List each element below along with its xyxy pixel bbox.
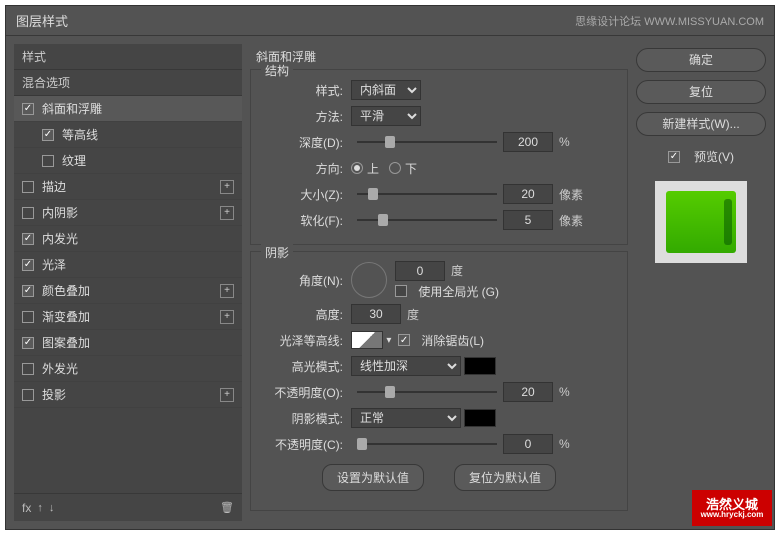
sidebar-footer: fx ↑ ↓ 🗑 xyxy=(14,493,242,521)
highlight-opacity-slider[interactable] xyxy=(357,382,497,402)
highlight-opacity-input[interactable] xyxy=(503,382,553,402)
layer-style-dialog: 图层样式 思缘设计论坛 WWW.MISSYUAN.COM 样式 混合选项 斜面和… xyxy=(5,5,775,530)
panel-title: 斜面和浮雕 xyxy=(250,48,628,65)
titlebar: 图层样式 思缘设计论坛 WWW.MISSYUAN.COM xyxy=(6,6,774,36)
plus-icon[interactable]: + xyxy=(220,388,234,402)
effect-stroke[interactable]: 描边+ xyxy=(14,174,242,200)
effect-bevel[interactable]: 斜面和浮雕 xyxy=(14,96,242,122)
highlight-color-swatch[interactable] xyxy=(464,357,496,375)
ok-button[interactable]: 确定 xyxy=(636,48,766,72)
effect-contour[interactable]: 等高线 xyxy=(14,122,242,148)
method-select[interactable]: 平滑 xyxy=(351,106,421,126)
arrow-down-icon[interactable]: ↓ xyxy=(49,502,55,514)
effect-outer-glow[interactable]: 外发光 xyxy=(14,356,242,382)
cancel-button[interactable]: 复位 xyxy=(636,80,766,104)
shading-group: 阴影 角度(N): 度 使用全局光 (G) 高度:度 光泽等高线: ▾ 消除锯齿… xyxy=(250,251,628,511)
antialias-checkbox[interactable] xyxy=(398,334,410,346)
checkbox-icon[interactable] xyxy=(22,311,34,323)
effect-texture[interactable]: 纹理 xyxy=(14,148,242,174)
dialog-title: 图层样式 xyxy=(16,11,68,30)
arrow-up-icon[interactable]: ↑ xyxy=(37,502,43,514)
make-default-button[interactable]: 设置为默认值 xyxy=(322,464,424,491)
effect-satin[interactable]: 光泽 xyxy=(14,252,242,278)
radio-up[interactable] xyxy=(351,162,363,174)
shadow-mode-label: 阴影模式: xyxy=(261,410,351,427)
highlight-mode-select[interactable]: 线性加深 xyxy=(351,356,461,376)
size-slider[interactable] xyxy=(357,184,497,204)
highlight-mode-label: 高光模式: xyxy=(261,358,351,375)
site-logo: 浩然义城 www.hryckj.com xyxy=(692,490,772,526)
method-label: 方法: xyxy=(261,108,351,125)
checkbox-icon[interactable] xyxy=(22,259,34,271)
checkbox-icon[interactable] xyxy=(42,155,54,167)
soften-label: 软化(F): xyxy=(261,212,351,229)
size-label: 大小(Z): xyxy=(261,186,351,203)
styles-sidebar: 样式 混合选项 斜面和浮雕 等高线 纹理 描边+ 内阴影+ 内发光 光泽 颜色叠… xyxy=(14,44,242,521)
checkbox-icon[interactable] xyxy=(22,285,34,297)
effect-gradient-overlay[interactable]: 渐变叠加+ xyxy=(14,304,242,330)
checkbox-icon[interactable] xyxy=(42,129,54,141)
reset-default-button[interactable]: 复位为默认值 xyxy=(454,464,556,491)
plus-icon[interactable]: + xyxy=(220,206,234,220)
shadow-mode-select[interactable]: 正常 xyxy=(351,408,461,428)
checkbox-icon[interactable] xyxy=(22,337,34,349)
effect-pattern-overlay[interactable]: 图案叠加 xyxy=(14,330,242,356)
new-style-button[interactable]: 新建样式(W)... xyxy=(636,112,766,136)
checkbox-icon[interactable] xyxy=(22,103,34,115)
soften-slider[interactable] xyxy=(357,210,497,230)
credit-text: 思缘设计论坛 WWW.MISSYUAN.COM xyxy=(575,13,764,29)
structure-legend: 结构 xyxy=(261,62,293,79)
preview-thumbnail xyxy=(655,181,747,263)
plus-icon[interactable]: + xyxy=(220,180,234,194)
style-label: 样式: xyxy=(261,82,351,99)
shading-legend: 阴影 xyxy=(261,244,293,261)
soften-input[interactable] xyxy=(503,210,553,230)
plus-icon[interactable]: + xyxy=(220,310,234,324)
action-panel: 确定 复位 新建样式(W)... 预览(V) xyxy=(636,44,766,521)
gloss-contour-picker[interactable] xyxy=(351,331,383,349)
plus-icon[interactable]: + xyxy=(220,284,234,298)
shadow-color-swatch[interactable] xyxy=(464,409,496,427)
effect-color-overlay[interactable]: 颜色叠加+ xyxy=(14,278,242,304)
global-light-checkbox[interactable] xyxy=(395,285,407,297)
effect-drop-shadow[interactable]: 投影+ xyxy=(14,382,242,408)
checkbox-icon[interactable] xyxy=(22,389,34,401)
altitude-label: 高度: xyxy=(261,306,351,323)
highlight-opacity-label: 不透明度(O): xyxy=(261,384,351,401)
effects-list: 斜面和浮雕 等高线 纹理 描边+ 内阴影+ 内发光 光泽 颜色叠加+ 渐变叠加+… xyxy=(14,96,242,493)
sidebar-header: 样式 xyxy=(14,44,242,70)
effect-inner-shadow[interactable]: 内阴影+ xyxy=(14,200,242,226)
style-select[interactable]: 内斜面 xyxy=(351,80,421,100)
shadow-opacity-label: 不透明度(C): xyxy=(261,436,351,453)
direction-label: 方向: xyxy=(261,160,351,177)
checkbox-icon[interactable] xyxy=(22,181,34,193)
shadow-opacity-input[interactable] xyxy=(503,434,553,454)
checkbox-icon[interactable] xyxy=(22,363,34,375)
depth-slider[interactable] xyxy=(357,132,497,152)
depth-input[interactable] xyxy=(503,132,553,152)
checkbox-icon[interactable] xyxy=(22,233,34,245)
radio-down[interactable] xyxy=(389,162,401,174)
settings-panel: 斜面和浮雕 结构 样式:内斜面 方法:平滑 深度(D):% 方向:上 下 大小(… xyxy=(250,44,628,521)
chevron-down-icon[interactable]: ▾ xyxy=(386,335,391,346)
size-input[interactable] xyxy=(503,184,553,204)
gloss-contour-label: 光泽等高线: xyxy=(261,332,351,349)
preview-label: 预览(V) xyxy=(694,148,734,165)
depth-label: 深度(D): xyxy=(261,134,351,151)
structure-group: 结构 样式:内斜面 方法:平滑 深度(D):% 方向:上 下 大小(Z):像素 … xyxy=(250,69,628,245)
blend-options[interactable]: 混合选项 xyxy=(14,70,242,96)
trash-icon[interactable]: 🗑 xyxy=(220,501,234,514)
altitude-input[interactable] xyxy=(351,304,401,324)
checkbox-icon[interactable] xyxy=(22,207,34,219)
angle-wheel[interactable] xyxy=(351,262,387,298)
angle-label: 角度(N): xyxy=(261,272,351,289)
shadow-opacity-slider[interactable] xyxy=(357,434,497,454)
preview-checkbox[interactable] xyxy=(668,151,680,163)
fx-menu[interactable]: fx xyxy=(22,501,31,515)
effect-inner-glow[interactable]: 内发光 xyxy=(14,226,242,252)
angle-input[interactable] xyxy=(395,261,445,281)
